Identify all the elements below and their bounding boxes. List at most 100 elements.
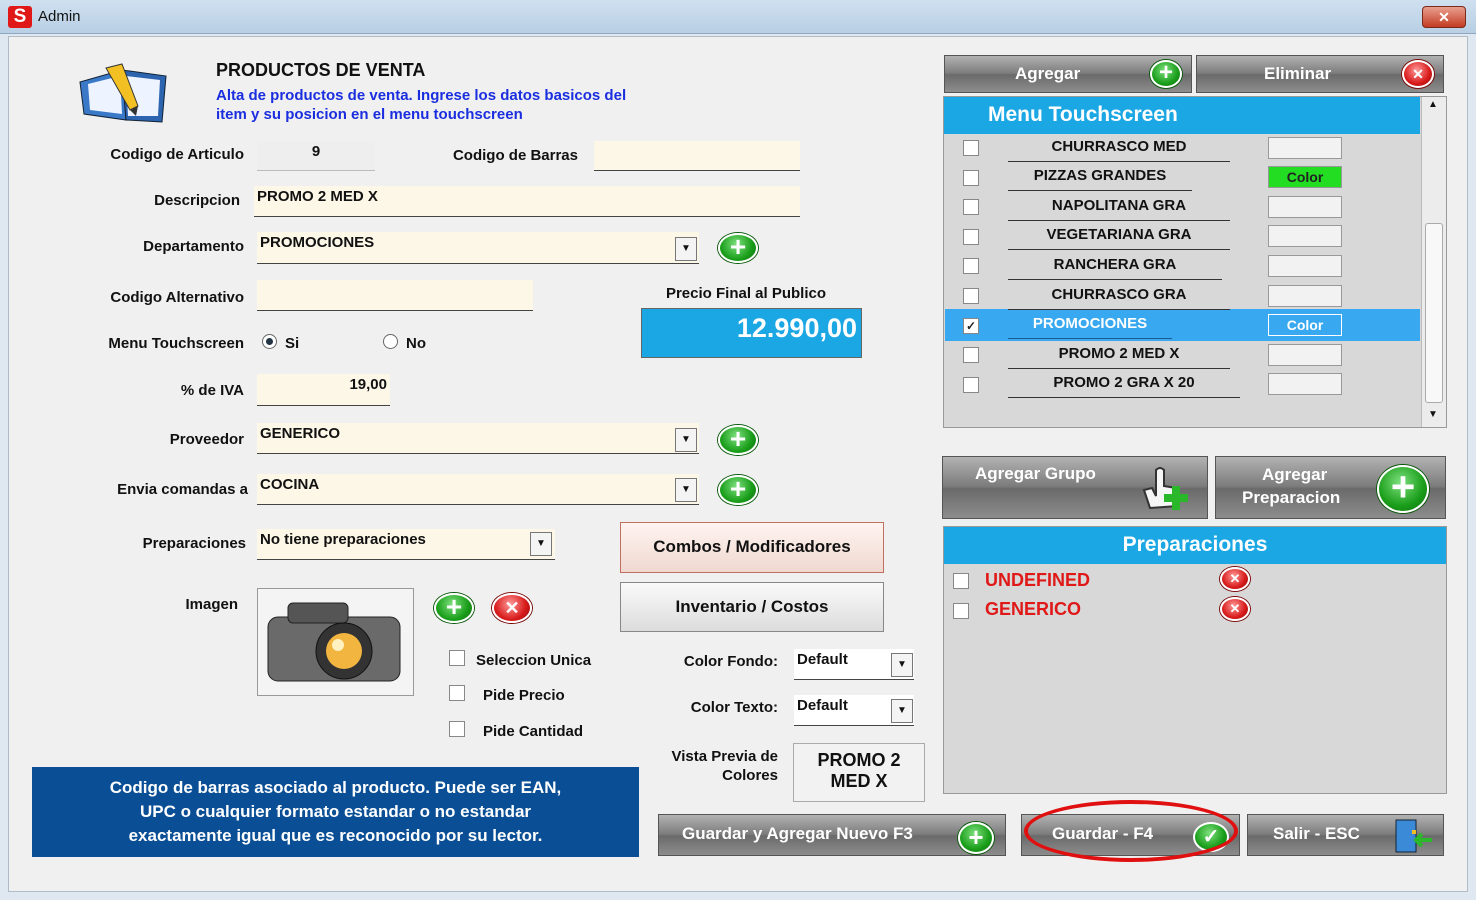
departamento-select[interactable]: PROMOCIONES [257,232,699,264]
scroll-thumb[interactable] [1425,223,1443,403]
color-texto-dropdown-icon[interactable]: ▼ [891,699,913,723]
preparaciones-select[interactable]: No tiene preparaciones [257,529,555,560]
color-fondo-dropdown-icon[interactable]: ▼ [891,653,913,677]
preparacion-label[interactable]: UNDEFINED [985,570,1090,591]
radio-si[interactable] [262,334,277,349]
menu-item-checkbox[interactable] [963,377,979,393]
camera-icon [267,602,401,682]
window-title: Admin [38,8,81,25]
preparacion-checkbox[interactable] [953,603,969,619]
menu-item-checkbox[interactable] [963,170,979,186]
precio-input[interactable]: 12.990,00 [641,308,862,358]
menu-item-color[interactable] [1268,255,1342,277]
codigo-barras-input[interactable] [594,141,800,171]
menu-item-label-selected[interactable]: PROMOCIONES [1008,315,1172,339]
delete-preparacion-icon[interactable]: ✕ [1220,567,1250,591]
menu-item-label[interactable]: PIZZAS GRANDES [1008,167,1192,191]
vista-previa-label-line2: Colores [722,767,778,784]
radio-no-label: No [406,335,426,352]
highlight-ellipse [1024,800,1238,862]
title-bar: S Admin ✕ [0,0,1476,34]
envia-comandas-select[interactable]: COCINA [257,474,699,505]
salir-button-label: Salir - ESC [1273,824,1360,843]
product-image[interactable] [257,588,414,696]
page-title: PRODUCTOS DE VENTA [216,60,426,80]
preparacion-label[interactable]: GENERICO [985,599,1081,620]
scroll-up-icon[interactable]: ▲ [1428,99,1438,110]
agregar-grupo-label: Agregar Grupo [975,464,1096,483]
combos-modificadores-button[interactable]: Combos / Modificadores [620,522,884,573]
eliminar-x-icon: ✕ [1402,60,1434,88]
menu-item-label[interactable]: CHURRASCO MED [1008,138,1230,162]
departamento-dropdown-icon[interactable]: ▼ [675,237,697,261]
menu-item-color[interactable] [1268,344,1342,366]
exit-door-icon [1395,819,1432,853]
menu-item-label[interactable]: VEGETARIANA GRA [1008,226,1230,250]
seleccion-unica-checkbox[interactable] [449,650,465,666]
envia-comandas-dropdown-icon[interactable]: ▼ [675,478,697,502]
close-window-button[interactable]: ✕ [1422,6,1466,28]
guardar-agregar-nuevo-button[interactable]: Guardar y Agregar Nuevo F3 [658,814,1006,856]
preparacion-checkbox[interactable] [953,573,969,589]
seleccion-unica-label: Seleccion Unica [476,652,592,669]
menu-item-checkbox[interactable] [963,229,979,245]
codigo-articulo-label: Codigo de Articulo [110,146,244,163]
color-texto-label: Color Texto: [690,699,778,716]
menu-scrollbar[interactable]: ▲ ▼ [1421,97,1446,427]
pide-precio-label: Pide Precio [483,687,565,704]
add-proveedor-icon[interactable]: + [718,425,758,455]
proveedor-label: Proveedor [169,431,244,448]
proveedor-dropdown-icon[interactable]: ▼ [675,428,697,452]
menu-item-label[interactable]: RANCHERA GRA [1008,256,1222,280]
add-comanda-icon[interactable]: + [718,475,758,505]
pide-cantidad-label: Pide Cantidad [483,723,584,740]
menu-item-checkbox-checked[interactable]: ✓ [963,318,979,334]
menu-touchscreen-label: Menu Touchscreen [108,335,244,352]
codigo-articulo-field: 9 [257,141,375,171]
pide-cantidad-checkbox[interactable] [449,721,465,737]
delete-image-icon[interactable]: ✕ [492,593,532,623]
color-fondo-label: Color Fondo: [683,653,778,670]
codigo-barras-label: Codigo de Barras [452,147,578,164]
pide-precio-checkbox[interactable] [449,685,465,701]
iva-input[interactable]: 19,00 [257,374,390,406]
help-box: Codigo de barras asociado al producto. P… [32,767,639,857]
hand-plus-icon [1142,467,1188,510]
menu-item-label[interactable]: PROMO 2 GRA X 20 [1008,374,1240,398]
menu-item-color[interactable]: Color [1268,314,1342,336]
menu-item-color[interactable] [1268,137,1342,159]
menu-touchscreen-title: Menu Touchscreen [944,97,1420,134]
descripcion-input[interactable]: PROMO 2 MED X [254,186,800,217]
menu-item-label[interactable]: NAPOLITANA GRA [1008,197,1230,221]
precio-label: Precio Final al Publico [665,285,827,302]
help-line3: exactamente igual que es reconocido por … [128,826,543,845]
codigo-alternativo-label: Codigo Alternativo [110,289,244,306]
menu-item-checkbox[interactable] [963,258,979,274]
menu-item-label[interactable]: CHURRASCO GRA [1008,286,1230,310]
page-subtitle-line2: item y su posicion en el menu touchscree… [216,106,523,123]
proveedor-select[interactable]: GENERICO [257,423,699,454]
menu-item-color[interactable]: Color [1268,166,1342,188]
codigo-alternativo-input[interactable] [257,280,533,311]
menu-item-color[interactable] [1268,285,1342,307]
menu-item-color[interactable] [1268,196,1342,218]
menu-item-checkbox[interactable] [963,288,979,304]
inventario-costos-button[interactable]: Inventario / Costos [620,582,884,632]
add-image-icon[interactable]: + [434,593,474,623]
agregar-plus-icon: + [1150,60,1182,88]
iva-label: % de IVA [180,382,244,399]
vista-previa-box: PROMO 2 MED X [793,743,925,802]
menu-item-color[interactable] [1268,373,1342,395]
departamento-label: Departamento [143,238,244,255]
menu-item-color[interactable] [1268,225,1342,247]
delete-preparacion-icon[interactable]: ✕ [1220,597,1250,621]
preparaciones-dropdown-icon[interactable]: ▼ [530,532,552,556]
radio-no[interactable] [383,334,398,349]
menu-item-checkbox[interactable] [963,347,979,363]
menu-item-checkbox[interactable] [963,199,979,215]
add-departamento-icon[interactable]: + [718,233,758,263]
menu-item-checkbox[interactable] [963,140,979,156]
menu-item-label[interactable]: PROMO 2 MED X [1008,345,1230,369]
scroll-down-icon[interactable]: ▼ [1428,409,1438,420]
agregar-button-label: Agregar [1015,64,1081,83]
